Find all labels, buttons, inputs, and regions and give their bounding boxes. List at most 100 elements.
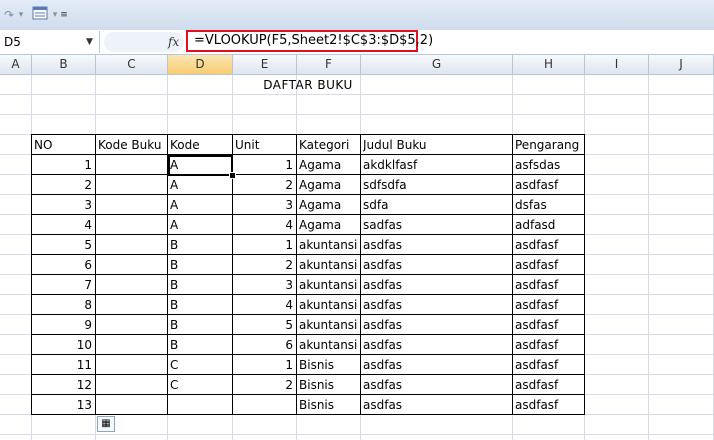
cell-no[interactable]: 3 [32,195,95,215]
cell-judul-buku[interactable]: sadfas [363,215,511,235]
cell-kategori[interactable]: akuntansi [299,315,359,335]
cell-kode[interactable]: B [170,295,230,315]
cell-kode-buku[interactable] [98,215,166,235]
form-icon[interactable] [30,6,50,24]
cell-pengarang[interactable]: adfasd [515,215,583,235]
column-header-g[interactable]: G [361,55,513,75]
cell-judul-buku[interactable]: asdfas [363,335,511,355]
cell-unit[interactable]: 2 [233,375,296,395]
cell-pengarang[interactable]: asdfasf [515,355,583,375]
cell-kode-buku[interactable] [98,275,166,295]
cell-unit[interactable]: 4 [233,295,296,315]
cell-pengarang[interactable]: asdfasf [515,315,583,335]
cell-pengarang[interactable]: asdfasf [515,275,583,295]
column-header-e[interactable]: E [233,55,297,75]
redo-icon[interactable]: ↷ [2,6,16,24]
cell-kode[interactable] [170,395,230,415]
cell-unit[interactable] [233,395,296,415]
cell-judul-buku[interactable]: akdklfasf [363,155,511,175]
cell-pengarang[interactable]: asdfasf [515,395,583,415]
toolbar-dropdown-icon[interactable]: ▾ [50,6,60,24]
cell-judul-buku[interactable]: sdfa [363,195,511,215]
formula-input[interactable]: =VLOOKUP(F5,Sheet2!$C$3:$D$5,2) [186,30,433,52]
cell-kategori[interactable]: Agama [299,215,359,235]
worksheet-grid[interactable]: DAFTAR BUKU NO Kode Buku Kode Unit Kateg… [0,75,714,440]
customize-toolbar-icon[interactable]: ≡ [60,6,68,24]
cell-pengarang[interactable]: asdfasf [515,255,583,275]
cell-no[interactable]: 10 [32,335,95,355]
cell-judul-buku[interactable]: asdfas [363,315,511,335]
name-box-dropdown-icon[interactable]: ▼ [86,31,93,53]
cell-judul-buku[interactable]: asdfas [363,275,511,295]
cell-kategori[interactable]: Agama [299,155,359,175]
cell-pengarang[interactable]: asdfasf [515,375,583,395]
cell-kode[interactable]: A [170,215,230,235]
cell-kode-buku[interactable] [98,175,166,195]
insert-function-icon[interactable]: fx [168,31,179,53]
cell-unit[interactable]: 1 [233,155,296,175]
cell-kode-buku[interactable] [98,155,166,175]
cell-no[interactable]: 6 [32,255,95,275]
cell-pengarang[interactable]: asdfasf [515,335,583,355]
cell-kode[interactable]: B [170,255,230,275]
cell-kategori[interactable]: akuntansi [299,255,359,275]
column-header-h[interactable]: H [513,55,585,75]
cell-kode-buku[interactable] [98,355,166,375]
cell-pengarang[interactable]: asdfasf [515,295,583,315]
cell-kode-buku[interactable] [98,255,166,275]
cell-kode[interactable]: B [170,315,230,335]
cell-unit[interactable]: 6 [233,335,296,355]
header-kode[interactable]: Kode [170,135,230,155]
cell-unit[interactable]: 2 [233,175,296,195]
cell-judul-buku[interactable]: asdfas [363,355,511,375]
cell-judul-buku[interactable]: asdfas [363,235,511,255]
cell-no[interactable]: 2 [32,175,95,195]
cell-kategori[interactable]: akuntansi [299,335,359,355]
cell-kode-buku[interactable] [98,375,166,395]
column-header-f[interactable]: F [297,55,361,75]
cell-kode[interactable]: B [170,235,230,255]
header-kategori[interactable]: Kategori [299,135,359,155]
cell-kode[interactable]: C [170,355,230,375]
cell-no[interactable]: 11 [32,355,95,375]
cell-unit[interactable]: 4 [233,215,296,235]
selected-cell-d5[interactable] [168,155,233,176]
cell-unit[interactable]: 3 [233,275,296,295]
cell-kategori[interactable]: akuntansi [299,235,359,255]
cell-unit[interactable]: 2 [233,255,296,275]
header-no[interactable]: NO [34,135,94,155]
header-unit[interactable]: Unit [235,135,295,155]
cell-kode-buku[interactable] [98,335,166,355]
cell-kode-buku[interactable] [98,195,166,215]
paste-options-icon[interactable]: ▦ [97,416,115,432]
cell-kode-buku[interactable] [98,395,166,415]
redo-dropdown-icon[interactable]: ▾ [16,6,26,24]
cell-no[interactable]: 9 [32,315,95,335]
column-header-c[interactable]: C [96,55,168,75]
cell-no[interactable]: 8 [32,295,95,315]
fill-handle[interactable] [229,172,236,179]
cell-no[interactable]: 4 [32,215,95,235]
header-judul-buku[interactable]: Judul Buku [363,135,511,155]
cell-no[interactable]: 7 [32,275,95,295]
cell-kategori[interactable]: Agama [299,175,359,195]
column-header-i[interactable]: I [585,55,649,75]
cell-kode[interactable]: A [170,175,230,195]
cell-pengarang[interactable]: asdfasf [515,175,583,195]
cell-no[interactable]: 13 [32,395,95,415]
cell-kode[interactable]: B [170,335,230,355]
cell-pengarang[interactable]: asdfasf [515,235,583,255]
cell-pengarang[interactable]: dsfas [515,195,583,215]
cell-kode[interactable]: C [170,375,230,395]
column-header-j[interactable]: J [649,55,714,75]
cell-kategori[interactable]: Bisnis [299,395,359,415]
cell-judul-buku[interactable]: asdfas [363,255,511,275]
cell-kategori[interactable]: Bisnis [299,355,359,375]
cell-unit[interactable]: 3 [233,195,296,215]
column-header-a[interactable]: A [0,55,32,75]
cell-unit[interactable]: 1 [233,235,296,255]
cell-kategori[interactable]: akuntansi [299,295,359,315]
cell-judul-buku[interactable]: asdfas [363,295,511,315]
cell-judul-buku[interactable]: asdfas [363,395,511,415]
cell-unit[interactable]: 1 [233,355,296,375]
